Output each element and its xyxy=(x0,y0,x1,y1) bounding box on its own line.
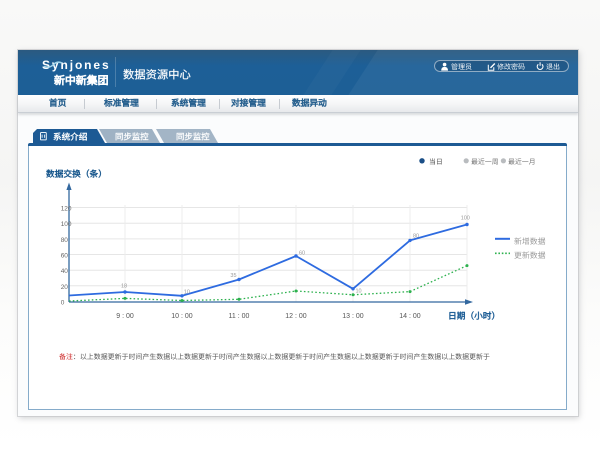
svg-text:0: 0 xyxy=(61,300,65,307)
svg-text:80: 80 xyxy=(61,237,69,244)
svg-text:13 : 00: 13 : 00 xyxy=(342,313,364,320)
svg-text:12 : 00: 12 : 00 xyxy=(285,313,307,320)
svg-text:40: 40 xyxy=(61,268,69,275)
svg-text:18: 18 xyxy=(121,284,127,290)
svg-text:80: 80 xyxy=(413,234,419,240)
svg-text:60: 60 xyxy=(61,253,69,260)
svg-text:14 : 00: 14 : 00 xyxy=(399,313,421,320)
svg-text:11 : 00: 11 : 00 xyxy=(229,313,250,320)
svg-text:100: 100 xyxy=(61,221,72,228)
svg-text:10: 10 xyxy=(184,290,190,296)
svg-text:120: 120 xyxy=(61,206,72,213)
svg-text:35: 35 xyxy=(230,273,236,279)
svg-text:60: 60 xyxy=(299,251,305,257)
svg-text:20: 20 xyxy=(61,284,69,291)
svg-text:10: 10 xyxy=(356,289,362,295)
svg-text:10 : 00: 10 : 00 xyxy=(171,313,193,320)
svg-text:9 : 00: 9 : 00 xyxy=(116,313,134,320)
svg-text:100: 100 xyxy=(461,216,470,222)
